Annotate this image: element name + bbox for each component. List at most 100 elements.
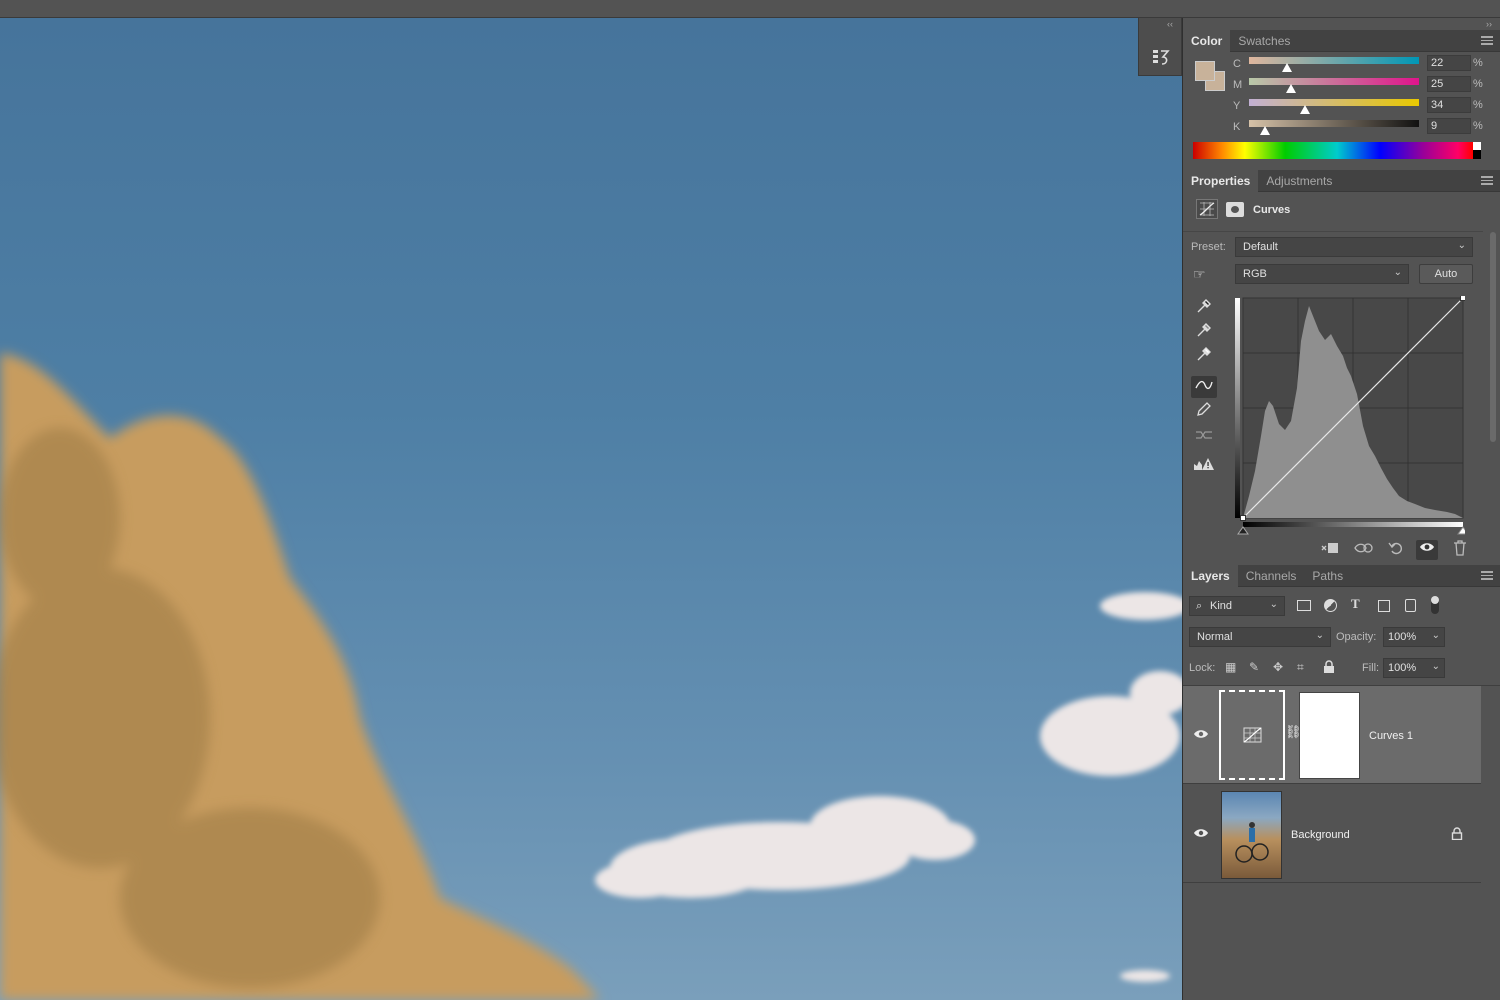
white-point-eyedropper-icon[interactable] — [1191, 346, 1217, 368]
curves-graph[interactable] — [1235, 295, 1469, 536]
cyan-slider-thumb[interactable] — [1282, 63, 1292, 72]
preset-dropdown[interactable]: Default ⌄ — [1235, 237, 1473, 257]
opacity-value: 100% — [1388, 631, 1417, 643]
adjustment-layer-thumbnail[interactable] — [1219, 690, 1285, 780]
right-panel: ›› Color Swatches C 22 % M 25 % Y 34 % K… — [1182, 18, 1500, 1000]
preset-value: Default — [1243, 241, 1278, 253]
properties-scrollbar[interactable] — [1490, 232, 1496, 442]
lock-artboard-icon[interactable]: ⌗ — [1297, 660, 1304, 675]
eye-icon[interactable] — [1416, 540, 1438, 560]
magenta-slider-thumb[interactable] — [1286, 84, 1296, 93]
gray-point-eyedropper-icon[interactable] — [1191, 322, 1217, 344]
fill-label: Fill: — [1362, 662, 1380, 674]
expand-arrows-icon[interactable]: ›› — [1486, 19, 1492, 29]
chevron-down-icon: ⌄ — [1393, 267, 1402, 278]
color-spectrum-bar[interactable] — [1193, 142, 1481, 159]
panel-menu-icon[interactable] — [1481, 571, 1493, 580]
reset-icon[interactable] — [1385, 540, 1407, 560]
layer-mask-thumbnail[interactable] — [1299, 692, 1360, 779]
black-point-eyedropper-icon[interactable] — [1191, 298, 1217, 320]
chevron-down-icon: ⌄ — [1431, 661, 1440, 672]
targeted-adjustment-hand-icon[interactable]: ☞ — [1193, 266, 1217, 286]
panel-menu-icon[interactable] — [1481, 36, 1493, 45]
filter-type-layers-icon[interactable]: T — [1351, 596, 1360, 612]
tab-adjustments[interactable]: Adjustments — [1258, 170, 1340, 192]
properties-panel-tabs: Properties Adjustments — [1183, 170, 1500, 192]
tab-swatches[interactable]: Swatches — [1230, 30, 1298, 52]
yellow-slider-thumb[interactable] — [1300, 105, 1310, 114]
lock-label: Lock: — [1189, 662, 1216, 674]
smooth-curve-icon[interactable] — [1191, 426, 1217, 448]
black-unit: % — [1473, 120, 1483, 132]
tab-paths[interactable]: Paths — [1304, 565, 1351, 587]
magenta-label: M — [1233, 79, 1243, 91]
yellow-label: Y — [1233, 100, 1241, 112]
eye-icon[interactable] — [1193, 827, 1209, 842]
curve-points-tool-icon[interactable] — [1191, 376, 1217, 398]
lock-transparent-pixels-icon[interactable]: ▦ — [1225, 660, 1236, 674]
layer-name[interactable]: Background — [1291, 829, 1350, 841]
black-label: K — [1233, 121, 1241, 133]
lock-icon — [1451, 827, 1463, 843]
cyan-slider[interactable] — [1249, 57, 1419, 64]
image-canvas[interactable] — [0, 18, 1182, 1000]
layer-filter-dropdown[interactable]: ⌕ Kind ⌄ — [1189, 596, 1285, 616]
panel-menu-icon[interactable] — [1481, 176, 1493, 185]
tab-properties[interactable]: Properties — [1183, 170, 1259, 192]
filter-value: Kind — [1210, 600, 1233, 612]
trash-icon[interactable] — [1449, 540, 1471, 560]
chevron-down-icon: ⌄ — [1315, 630, 1324, 641]
filter-pixel-layers-icon[interactable] — [1297, 600, 1311, 611]
magenta-slider[interactable] — [1249, 78, 1419, 85]
search-icon: ⌕ — [1196, 600, 1203, 612]
tab-layers[interactable]: Layers — [1183, 565, 1238, 587]
opacity-label: Opacity: — [1336, 631, 1377, 643]
channel-dropdown[interactable]: RGB ⌄ — [1235, 264, 1409, 284]
yellow-slider-row: Y 34 % — [1233, 97, 1500, 118]
fill-field[interactable]: 100% ⌄ — [1383, 658, 1445, 678]
opacity-field[interactable]: 100% ⌄ — [1383, 627, 1445, 647]
top-bar — [0, 0, 1500, 18]
photo-content — [0, 353, 1182, 1000]
black-value-field[interactable]: 9 — [1427, 118, 1471, 134]
yellow-slider[interactable] — [1249, 99, 1419, 106]
layer-mask-icon[interactable] — [1226, 202, 1244, 217]
blend-mode-dropdown[interactable]: Normal ⌄ — [1189, 627, 1331, 647]
black-slider-row: K 9 % — [1233, 118, 1500, 139]
clouds — [595, 592, 1182, 982]
black-slider-thumb[interactable] — [1260, 126, 1270, 135]
layer-row-background[interactable]: Background — [1183, 785, 1481, 883]
collapse-arrows-icon[interactable]: ‹‹ — [1167, 19, 1173, 29]
curves-adjustment-icon — [1196, 199, 1218, 219]
collapsed-panel-dock: ‹‹ — [1138, 18, 1182, 76]
chevron-down-icon: ⌄ — [1431, 630, 1440, 641]
history-icon[interactable] — [1151, 46, 1171, 68]
yellow-value-field[interactable]: 34 — [1427, 97, 1471, 113]
tab-color[interactable]: Color — [1183, 30, 1231, 52]
pencil-icon[interactable] — [1191, 401, 1217, 423]
tab-channels[interactable]: Channels — [1238, 565, 1305, 587]
auto-button[interactable]: Auto — [1419, 264, 1473, 284]
view-previous-state-icon[interactable] — [1353, 540, 1375, 560]
layer-row-curves[interactable]: ⛓ Curves 1 — [1183, 686, 1481, 784]
clip-to-layer-icon[interactable] — [1319, 540, 1341, 560]
eye-icon[interactable] — [1193, 728, 1209, 743]
foreground-color-swatch[interactable] — [1195, 61, 1215, 81]
clipping-warning-icon[interactable] — [1191, 455, 1217, 477]
background-layer-thumbnail[interactable] — [1221, 791, 1282, 879]
cyan-value-field[interactable]: 22 — [1427, 55, 1471, 71]
lock-image-pixels-icon[interactable]: ✎ — [1249, 660, 1259, 674]
layer-name[interactable]: Curves 1 — [1369, 730, 1413, 742]
chevron-down-icon: ⌄ — [1269, 599, 1278, 610]
filter-adjustment-layers-icon[interactable] — [1324, 599, 1337, 612]
black-slider[interactable] — [1249, 120, 1419, 127]
fill-value: 100% — [1388, 662, 1417, 674]
filter-toggle[interactable] — [1431, 596, 1439, 614]
cyan-label: C — [1233, 58, 1241, 70]
filter-smart-objects-icon[interactable] — [1405, 599, 1416, 612]
lock-all-icon[interactable] — [1323, 660, 1335, 676]
filter-shape-layers-icon[interactable] — [1378, 600, 1390, 612]
magenta-unit: % — [1473, 78, 1483, 90]
magenta-value-field[interactable]: 25 — [1427, 76, 1471, 92]
lock-position-icon[interactable]: ✥ — [1273, 660, 1283, 674]
